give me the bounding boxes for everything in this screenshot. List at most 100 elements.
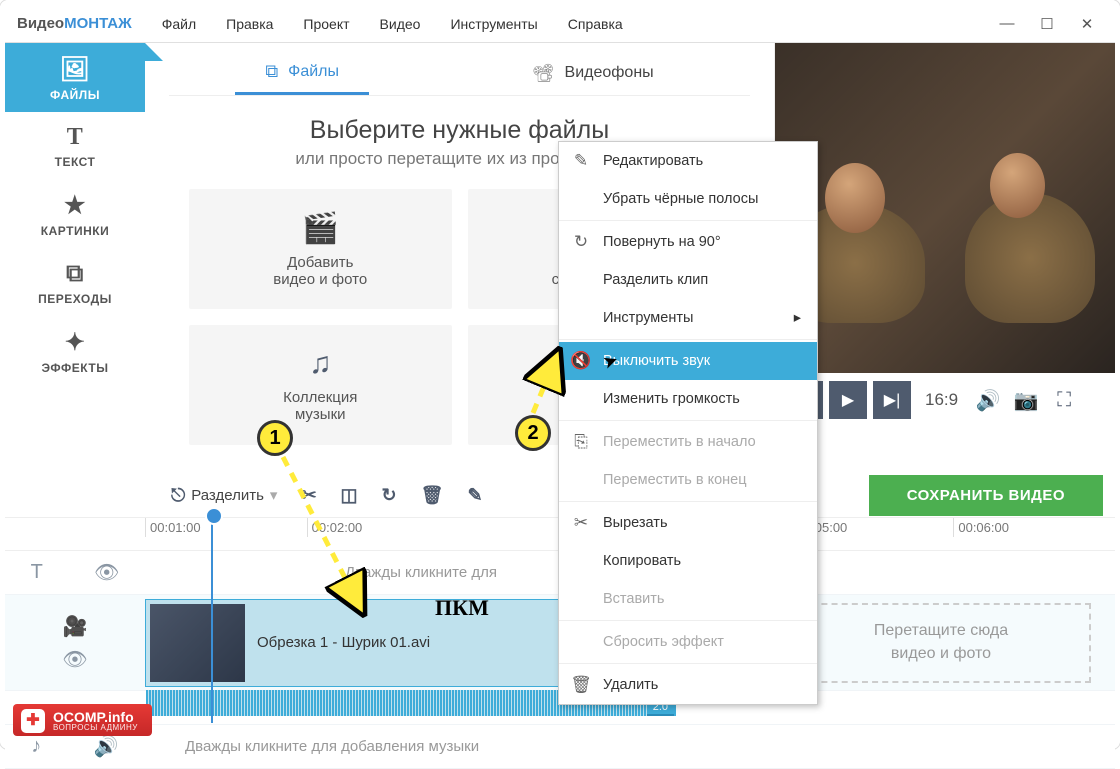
ctx-item[interactable]: ↻Повернуть на 90° <box>559 223 817 261</box>
ctx-icon: ⎘ <box>559 432 603 452</box>
cut-button[interactable]: ✂ <box>291 481 326 510</box>
annotation-marker-2: 2 <box>515 415 551 451</box>
tab-backgrounds[interactable]: 📽Видеофоны <box>502 51 684 95</box>
music-track-hint: Дважды кликните для добавления музыки <box>145 738 479 755</box>
eye-icon[interactable]: 👁 <box>94 560 119 585</box>
playback-controls: |◀ ▶ ▶| 16:9 🔊 📷 ⛶ <box>775 373 1115 427</box>
play-button[interactable]: ▶ <box>829 381 867 419</box>
sidebar-transitions[interactable]: ⧉ ПЕРЕХОДЫ <box>5 248 145 316</box>
next-frame-button[interactable]: ▶| <box>873 381 911 419</box>
text-icon: T <box>67 124 84 151</box>
minimize-button[interactable]: — <box>987 9 1027 39</box>
ctx-label: Инструменты <box>603 310 693 326</box>
photo-icon: ⧉ <box>265 61 278 82</box>
maximize-button[interactable]: ☐ <box>1027 9 1067 39</box>
music-track-icon: ♪ <box>31 735 41 758</box>
split-icon: ⎋ <box>171 485 185 506</box>
ctx-item[interactable]: ✎Редактировать <box>559 142 817 180</box>
files-tabs: ⧉Файлы 📽Видеофоны <box>169 51 750 96</box>
playhead[interactable] <box>211 513 213 723</box>
ctx-icon: 🔇 <box>559 351 603 371</box>
music-track[interactable]: ♪ 🔊 Дважды кликните для добавления музыки <box>5 725 1115 769</box>
ctx-label: Убрать чёрные полосы <box>603 191 758 207</box>
menu-help[interactable]: Справка <box>554 10 637 38</box>
window-controls: — ☐ ✕ <box>987 9 1107 39</box>
clip-thumbnail <box>150 604 245 682</box>
sidebar-text[interactable]: T ТЕКСТ <box>5 112 145 179</box>
menu-tools[interactable]: Инструменты <box>436 10 551 38</box>
tab-files[interactable]: ⧉Файлы <box>235 51 369 95</box>
volume-icon[interactable]: 🔊 <box>972 384 1004 416</box>
star-icon: ★ <box>64 191 86 220</box>
ctx-item: Сбросить эффект <box>559 623 817 661</box>
ctx-label: Вставить <box>603 591 664 607</box>
eye-icon[interactable]: 👁 <box>62 647 87 672</box>
video-dropzone[interactable]: Перетащите сюдавидео и фото <box>791 603 1091 683</box>
ctx-label: Копировать <box>603 553 681 569</box>
text-track-icon: T <box>31 561 43 584</box>
sidebar-files[interactable]: 🖼 ФАЙЛЫ <box>5 43 145 112</box>
layers-icon: ⧉ <box>66 260 84 288</box>
watermark-badge: OCOMP.infoВОПРОСЫ АДМИНУ <box>13 704 152 736</box>
annotation-text-pkm: ПКМ <box>435 595 489 621</box>
chevron-right-icon: ▸ <box>794 310 801 326</box>
ctx-icon: ↻ <box>559 232 603 252</box>
video-preview <box>775 43 1115 373</box>
menu-edit[interactable]: Правка <box>212 10 287 38</box>
ctx-label: Сбросить эффект <box>603 634 724 650</box>
menubar: Файл Правка Проект Видео Инструменты Спр… <box>148 10 637 38</box>
preview-pane: |◀ ▶ ▶| 16:9 🔊 📷 ⛶ <box>775 43 1115 473</box>
wand-icon: ✦ <box>65 328 86 357</box>
ctx-icon: ✂ <box>559 513 603 533</box>
titlebar: ВидеоМОНТАЖ Файл Правка Проект Видео Инс… <box>5 5 1115 43</box>
sidebar: 🖼 ФАЙЛЫ T ТЕКСТ ★ КАРТИНКИ ⧉ ПЕРЕХОДЫ ✦ … <box>5 43 145 473</box>
snapshot-icon[interactable]: 📷 <box>1010 384 1042 416</box>
save-video-button[interactable]: СОХРАНИТЬ ВИДЕО <box>869 475 1103 516</box>
trash-icon: 🗑 <box>421 485 444 506</box>
scissors-icon: ✂ <box>301 485 316 506</box>
split-button[interactable]: ⎋Разделить▾ <box>161 481 287 510</box>
edit-button[interactable]: ✎ <box>458 481 493 510</box>
rotate-button[interactable]: ↻ <box>372 481 407 510</box>
ctx-item[interactable]: ✂Вырезать <box>559 504 817 542</box>
ctx-item[interactable]: Инструменты ▸ <box>559 299 817 337</box>
ctx-label: Редактировать <box>603 153 703 169</box>
ctx-item[interactable]: Разделить клип <box>559 261 817 299</box>
music-icon: ♫ <box>309 347 332 381</box>
ctx-item[interactable]: 🗑Удалить <box>559 666 817 704</box>
ctx-label: Удалить <box>603 677 658 693</box>
crop-icon: ◫ <box>341 485 358 506</box>
menu-video[interactable]: Видео <box>366 10 435 38</box>
fullscreen-icon[interactable]: ⛶ <box>1048 384 1080 416</box>
clip-label: Обрезка 1 - Шурик 01.avi <box>257 634 430 651</box>
ctx-label: Вырезать <box>603 515 668 531</box>
ctx-icon: 🗑 <box>559 675 603 695</box>
ctx-icon: ✎ <box>559 151 603 171</box>
ctx-item[interactable]: 🔇Выключить звук <box>559 342 817 380</box>
tile-add-media[interactable]: 🎬 Добавить видео и фото <box>189 189 452 309</box>
menu-file[interactable]: Файл <box>148 10 210 38</box>
annotation-marker-1: 1 <box>257 420 293 456</box>
aspect-ratio[interactable]: 16:9 <box>925 390 958 410</box>
ctx-item[interactable]: Изменить громкость <box>559 380 817 418</box>
context-menu: ✎Редактировать Убрать чёрные полосы ↻Повер… <box>558 141 818 705</box>
menu-project[interactable]: Проект <box>289 10 363 38</box>
ctx-item[interactable]: Убрать чёрные полосы <box>559 180 817 218</box>
ctx-item[interactable]: Копировать <box>559 542 817 580</box>
video-track-icon: 🎥 <box>63 614 88 639</box>
crop-button[interactable]: ◫ <box>331 481 368 510</box>
ctx-item: Переместить в конец <box>559 461 817 499</box>
tile-music[interactable]: ♫ Коллекция музыки <box>189 325 452 445</box>
ctx-label: Повернуть на 90° <box>603 234 721 250</box>
ctx-item: Вставить <box>559 580 817 618</box>
volume-icon[interactable]: 🔊 <box>94 734 119 759</box>
sidebar-pictures[interactable]: ★ КАРТИНКИ <box>5 179 145 248</box>
image-icon: 🖼 <box>60 55 91 84</box>
sidebar-effects[interactable]: ✦ ЭФФЕКТЫ <box>5 316 145 385</box>
ctx-label: Переместить в начало <box>603 434 756 450</box>
camera-icon: 📽 <box>532 63 555 84</box>
rotate-icon: ↻ <box>382 485 397 506</box>
close-button[interactable]: ✕ <box>1067 9 1107 39</box>
delete-button[interactable]: 🗑 <box>411 481 454 510</box>
ctx-label: Изменить громкость <box>603 391 740 407</box>
